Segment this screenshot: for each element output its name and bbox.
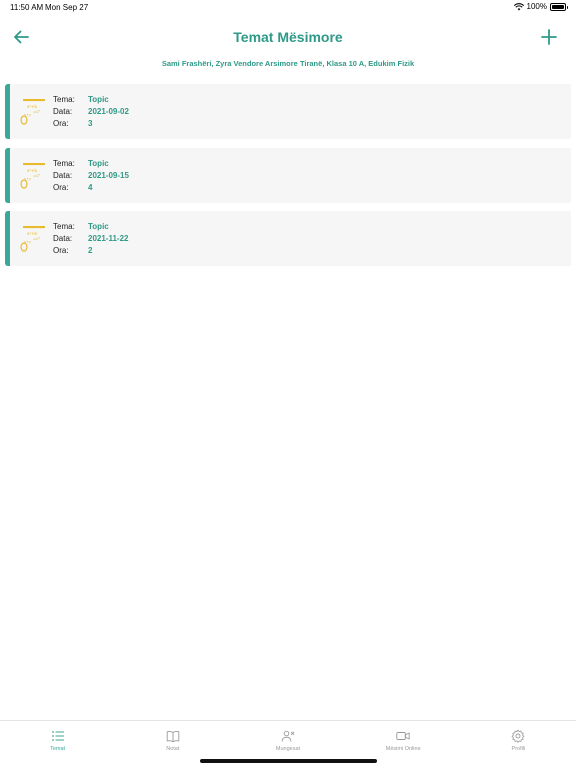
gear-icon <box>512 729 525 743</box>
tema-value: Topic <box>88 222 109 231</box>
data-value: 2021-09-02 <box>88 107 129 116</box>
status-right: 100% <box>513 2 568 11</box>
ora-value: 3 <box>88 119 93 128</box>
home-indicator <box>200 759 377 763</box>
wifi-icon <box>513 2 524 10</box>
tema-row: Tema: Topic <box>53 94 129 106</box>
svg-text:=c²: =c² <box>33 173 41 178</box>
topic-card[interactable]: a²+b =c² x+y Tema: Topic Data: 2021-09-0… <box>5 84 571 139</box>
navigation-bar: Temat Mësimore <box>0 20 576 54</box>
list-icon <box>51 731 64 741</box>
data-value: 2021-09-15 <box>88 170 129 180</box>
card-accent-bar <box>5 84 10 139</box>
svg-text:=c²: =c² <box>33 109 41 114</box>
data-row: Data: 2021-11-22 <box>53 233 128 245</box>
add-plus-icon[interactable] <box>538 26 560 48</box>
card-accent-bar <box>5 211 10 266</box>
data-label: Data: <box>53 170 73 180</box>
tema-value: Topic <box>88 95 109 104</box>
battery-icon <box>550 2 568 11</box>
ora-row: Ora: 3 <box>53 118 129 130</box>
tema-row: Tema: Topic <box>53 158 129 170</box>
chalkboard-icon: a²+b =c² x+y <box>20 226 45 252</box>
data-label: Data: <box>53 234 73 243</box>
topic-fields: Tema: Topic Data: 2021-09-15 Ora: 4 <box>53 158 129 194</box>
ora-value: 4 <box>88 182 93 192</box>
app-screen: 11:50 AM Mon Sep 27 100% Temat Mësimore … <box>0 0 576 768</box>
tab-label-mungesat: Mungesat <box>275 746 301 752</box>
tema-row: Tema: Topic <box>53 221 128 233</box>
topic-card[interactable]: a²+b =c² x+y Tema: Topic Data: 2021-11-2… <box>5 211 571 266</box>
topic-list: a²+b =c² x+y Tema: Topic Data: 2021-09-0… <box>5 84 571 275</box>
ora-label: Ora: <box>53 119 69 128</box>
tema-label: Tema: <box>53 95 75 104</box>
topic-fields: Tema: Topic Data: 2021-11-22 Ora: 2 <box>53 221 128 257</box>
book-icon <box>166 731 180 743</box>
data-value: 2021-11-22 <box>88 234 129 243</box>
data-row: Data: 2021-09-02 <box>53 106 129 118</box>
video-icon <box>396 732 410 740</box>
battery-percent: 100% <box>526 2 547 11</box>
status-time: 11:50 AM <box>10 3 44 12</box>
tab-profili[interactable]: Profili <box>461 721 576 768</box>
chalkboard-icon: a²+b =c² x+y <box>20 162 45 189</box>
ora-label: Ora: <box>53 182 69 192</box>
tab-temat[interactable]: Temat <box>0 721 115 768</box>
ora-label: Ora: <box>53 246 69 255</box>
status-date: Mon Sep 27 <box>45 3 89 12</box>
tab-label-notat: Notat <box>166 746 180 752</box>
tema-value: Topic <box>88 158 109 168</box>
data-label: Data: <box>53 107 73 116</box>
person-x-icon <box>281 730 295 742</box>
topic-fields: Tema: Topic Data: 2021-09-02 Ora: 3 <box>53 94 129 130</box>
ora-value: 2 <box>88 246 93 255</box>
tema-label: Tema: <box>53 158 75 168</box>
svg-text:=c²: =c² <box>33 236 41 241</box>
ora-row: Ora: 4 <box>53 182 129 194</box>
tab-label-temat: Temat <box>50 746 66 752</box>
topic-card[interactable]: a²+b =c² x+y Tema: Topic Data: 2021-09-1… <box>5 147 571 203</box>
ora-row: Ora: 2 <box>53 245 128 257</box>
status-bar: 11:50 AM Mon Sep 27 100% <box>0 0 576 14</box>
card-accent-bar <box>5 147 10 203</box>
page-title: Temat Mësimore <box>233 29 343 45</box>
data-row: Data: 2021-09-15 <box>53 170 129 182</box>
tab-label-profili: Profili <box>511 746 526 752</box>
chalkboard-icon: a²+b =c² x+y <box>20 99 45 125</box>
class-subtitle: Sami Frashëri, Zyra Vendore Arsimore Tir… <box>161 59 415 68</box>
tab-label-mesimi-online: Mësimi Online <box>385 746 421 752</box>
tema-label: Tema: <box>53 222 75 231</box>
